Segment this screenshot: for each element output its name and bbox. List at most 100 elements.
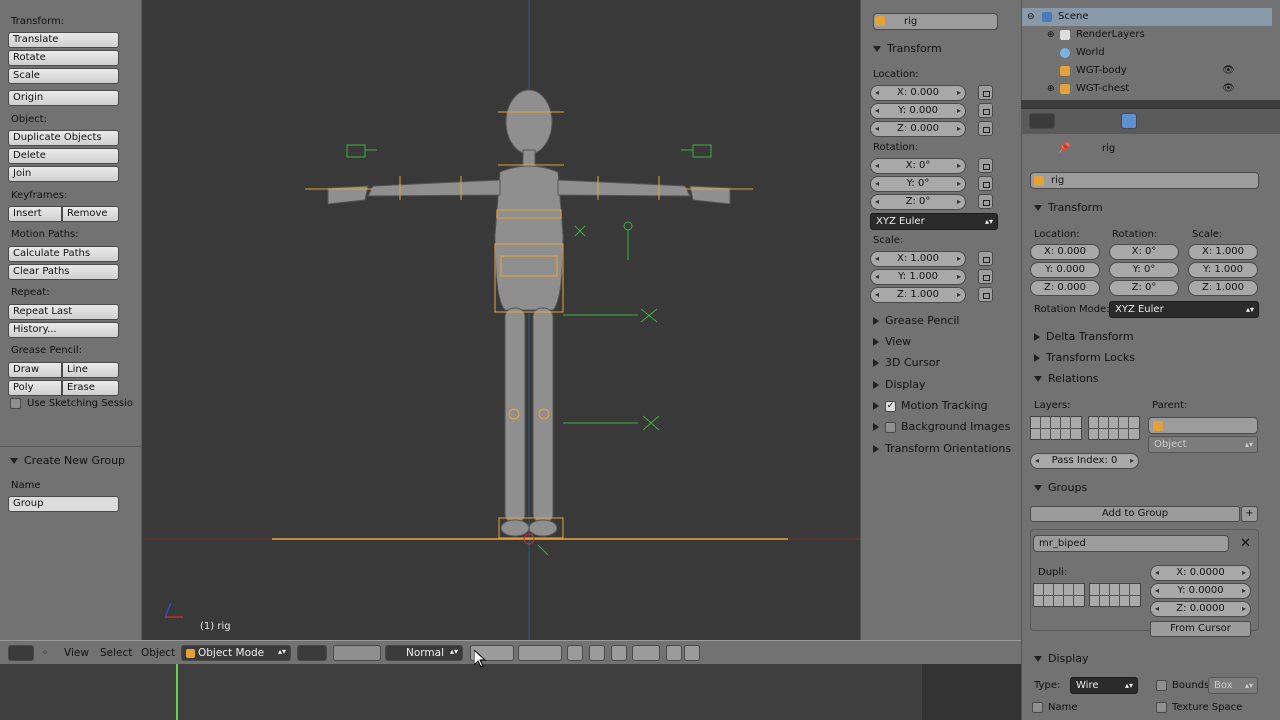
delta-transform-header[interactable]: Delta Transform bbox=[1034, 330, 1134, 343]
scale-x-field[interactable]: X: 1.000 bbox=[1188, 244, 1258, 260]
create-group-header[interactable]: Create New Group bbox=[10, 454, 125, 467]
motion-tracking-checkbox[interactable]: ✓ bbox=[885, 400, 896, 412]
rotation-y-field[interactable]: Y: 0° bbox=[1109, 262, 1179, 278]
groups-header[interactable]: Groups bbox=[1034, 481, 1087, 494]
pivot-dropdown[interactable] bbox=[333, 645, 381, 661]
scale-z-field[interactable]: Z: 1.000 bbox=[1188, 280, 1258, 296]
texture-space-checkbox[interactable] bbox=[1156, 702, 1167, 713]
rotation-y-field[interactable]: ◂ Y: 0° ▸ bbox=[870, 176, 966, 192]
scale-z-field[interactable]: ◂ Z: 1.000 ▸ bbox=[870, 287, 966, 303]
object-menu[interactable]: Object bbox=[141, 647, 175, 659]
lock-icon[interactable] bbox=[978, 103, 993, 118]
history-button[interactable]: History... bbox=[8, 322, 119, 338]
dupli-z-field[interactable]: ◂ Z: 0.0000 ▸ bbox=[1150, 601, 1251, 617]
panel-motion-tracking[interactable]: ✓ Motion Tracking bbox=[873, 399, 988, 412]
render-icon[interactable] bbox=[666, 645, 682, 661]
display-header[interactable]: Display bbox=[1034, 652, 1089, 665]
mode-dropdown[interactable]: Object Mode ▴▾ bbox=[181, 645, 291, 661]
relations-header[interactable]: Relations bbox=[1034, 372, 1099, 385]
transform-header[interactable]: Transform bbox=[873, 42, 942, 55]
join-button[interactable]: Join bbox=[8, 166, 119, 182]
3d-viewport[interactable]: (1) rig bbox=[143, 0, 860, 640]
name-checkbox[interactable] bbox=[1032, 702, 1043, 713]
rotation-mode-dropdown[interactable]: XYZ Euler ▴▾ bbox=[1109, 301, 1259, 318]
group-name-field[interactable]: mr_biped bbox=[1033, 535, 1229, 552]
outliner-row-renderlayers[interactable]: ⊕ RenderLayers bbox=[1022, 26, 1272, 44]
erase-button[interactable]: Erase bbox=[62, 380, 119, 396]
rotation-z-field[interactable]: ◂ Z: 0° ▸ bbox=[870, 194, 966, 210]
object-name-field[interactable]: rig bbox=[873, 13, 998, 30]
scale-y-field[interactable]: Y: 1.000 bbox=[1188, 262, 1258, 278]
object-name-field[interactable]: rig bbox=[1030, 172, 1259, 189]
duplicate-objects-button[interactable]: Duplicate Objects bbox=[8, 130, 119, 146]
remove-keyframe-button[interactable]: Remove bbox=[62, 206, 119, 222]
transform-header[interactable]: Transform bbox=[1034, 201, 1103, 214]
render-animation-icon[interactable] bbox=[684, 645, 700, 661]
insert-keyframe-button[interactable]: Insert bbox=[8, 206, 62, 222]
location-z-field[interactable]: ◂ Z: 0.000 ▸ bbox=[870, 121, 966, 137]
lock-icon[interactable] bbox=[978, 194, 993, 209]
snap-target-dropdown[interactable] bbox=[632, 645, 660, 661]
dupli-x-field[interactable]: ◂ X: 0.0000 ▸ bbox=[1150, 565, 1251, 581]
from-cursor-button[interactable]: From Cursor bbox=[1150, 621, 1251, 637]
translate-button[interactable]: Translate bbox=[8, 32, 119, 48]
draw-button[interactable]: Draw bbox=[8, 362, 62, 378]
dupli-layers-grid-2[interactable] bbox=[1089, 583, 1141, 607]
transform-locks-header[interactable]: Transform Locks bbox=[1034, 351, 1135, 364]
current-frame-indicator[interactable] bbox=[176, 664, 178, 720]
location-z-field[interactable]: Z: 0.000 bbox=[1030, 280, 1100, 296]
editor-type-button[interactable] bbox=[1029, 113, 1055, 129]
object-tab-icon[interactable] bbox=[1121, 113, 1137, 129]
panel-background-images[interactable]: Background Images bbox=[873, 420, 1010, 433]
layers-grid-b[interactable] bbox=[518, 645, 562, 661]
dupli-layers-grid-1[interactable] bbox=[1033, 583, 1085, 607]
timeline[interactable] bbox=[0, 664, 1021, 720]
rotation-z-field[interactable]: Z: 0° bbox=[1109, 280, 1179, 296]
rotation-x-field[interactable]: X: 0° bbox=[1109, 244, 1179, 260]
parent-field[interactable] bbox=[1148, 417, 1258, 434]
use-sketching-checkbox[interactable] bbox=[10, 398, 21, 409]
rotate-button[interactable]: Rotate bbox=[8, 50, 119, 66]
location-x-field[interactable]: ◂ X: 0.000 ▸ bbox=[870, 85, 966, 101]
collapse-menu-icon[interactable]: ◦ bbox=[42, 647, 48, 659]
lock-icon[interactable] bbox=[978, 251, 993, 266]
group-name-input[interactable]: Group bbox=[8, 496, 119, 512]
panel-transform-orientations[interactable]: Transform Orientations bbox=[873, 442, 1011, 455]
transform-orientation-dropdown[interactable]: Normal ▴▾ bbox=[385, 645, 463, 661]
lock-icon[interactable] bbox=[978, 269, 993, 284]
location-y-field[interactable]: Y: 0.000 bbox=[1030, 262, 1100, 278]
panel-3d-cursor[interactable]: 3D Cursor bbox=[873, 356, 940, 369]
outliner-row-wgt-body[interactable]: WGT-body 👁 bbox=[1022, 62, 1272, 80]
lock-icon[interactable] bbox=[978, 176, 993, 191]
panel-view[interactable]: View bbox=[873, 335, 911, 348]
close-icon[interactable]: ✕ bbox=[1240, 536, 1251, 551]
scale-x-field[interactable]: ◂ X: 1.000 ▸ bbox=[870, 251, 966, 267]
pin-icon[interactable]: 📌 bbox=[1058, 143, 1070, 154]
eye-icon[interactable]: 👁 bbox=[1222, 80, 1235, 98]
outliner-row-wgt-chest[interactable]: ⊕ WGT-chest 👁 bbox=[1022, 80, 1272, 98]
proportional-edit-icon[interactable] bbox=[589, 645, 605, 661]
select-menu[interactable]: Select bbox=[100, 647, 132, 659]
viewport-shading-dropdown[interactable] bbox=[297, 645, 327, 661]
lock-icon[interactable] bbox=[978, 158, 993, 173]
rotation-x-field[interactable]: ◂ X: 0° ▸ bbox=[870, 158, 966, 174]
clear-paths-button[interactable]: Clear Paths bbox=[8, 264, 119, 280]
origin-button[interactable]: Origin bbox=[8, 90, 119, 106]
layers-grid-2[interactable] bbox=[1088, 416, 1140, 440]
pass-index-field[interactable]: ◂ Pass Index: 0 ▸ bbox=[1030, 453, 1139, 469]
view-menu[interactable]: View bbox=[64, 647, 89, 659]
add-icon[interactable]: + bbox=[1241, 506, 1258, 522]
scale-y-field[interactable]: ◂ Y: 1.000 ▸ bbox=[870, 269, 966, 285]
bounds-type-dropdown[interactable]: Box ▴▾ bbox=[1208, 677, 1258, 694]
repeat-last-button[interactable]: Repeat Last bbox=[8, 304, 119, 320]
lock-icon[interactable] bbox=[978, 85, 993, 100]
snap-icon[interactable] bbox=[611, 645, 627, 661]
lock-camera-icon[interactable] bbox=[567, 645, 583, 661]
rotation-mode-dropdown[interactable]: XYZ Euler ▴▾ bbox=[870, 213, 998, 230]
eye-icon[interactable]: 👁 bbox=[1222, 62, 1235, 80]
lock-icon[interactable] bbox=[978, 121, 993, 136]
dupli-y-field[interactable]: ◂ Y: 0.0000 ▸ bbox=[1150, 583, 1251, 599]
layers-grid-1[interactable] bbox=[1030, 416, 1082, 440]
location-y-field[interactable]: ◂ Y: 0.000 ▸ bbox=[870, 103, 966, 119]
lock-icon[interactable] bbox=[978, 287, 993, 302]
